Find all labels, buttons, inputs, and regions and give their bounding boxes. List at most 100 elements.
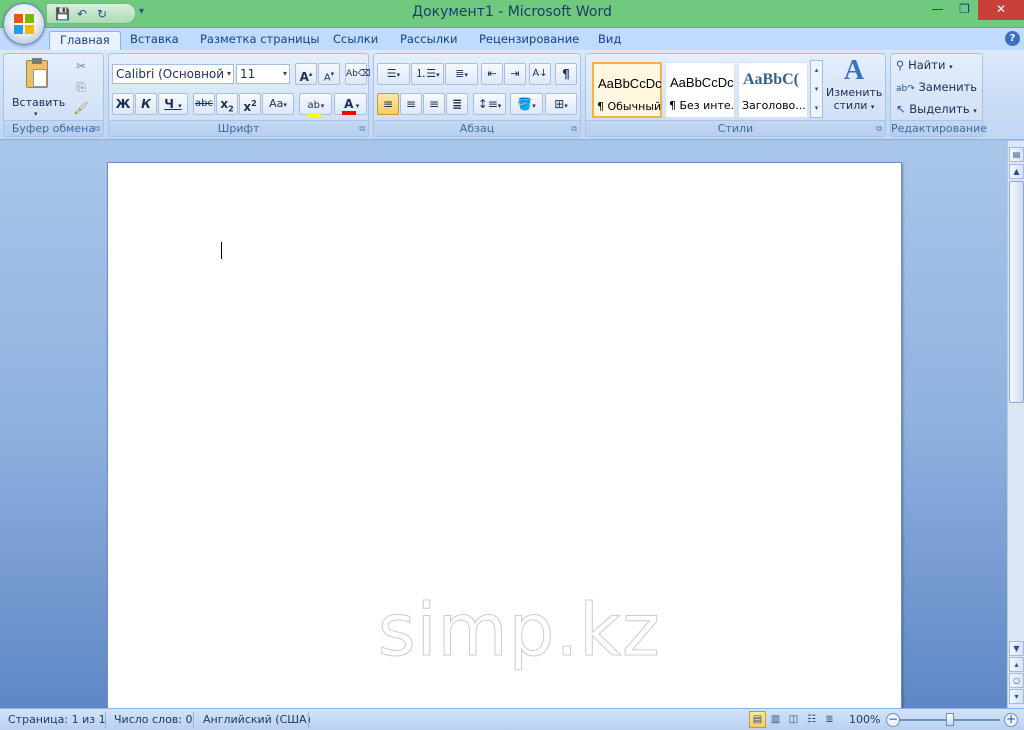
style-heading-1[interactable]: AaBbC( Заголово...: [738, 62, 808, 118]
tab-home[interactable]: Главная: [49, 31, 121, 50]
ruler-toggle-icon[interactable]: ▤: [1009, 147, 1024, 162]
next-page-button[interactable]: ▾: [1009, 689, 1024, 704]
styles-scroll[interactable]: ▴ ▾ ▾: [810, 60, 823, 118]
style-preview: AaBbCcDc: [670, 75, 734, 90]
outline-view-icon[interactable]: ☷: [803, 711, 820, 728]
zoom-level[interactable]: 100%: [849, 713, 880, 726]
clear-format-icon[interactable]: Ab⌫: [345, 63, 371, 85]
align-left-button[interactable]: ≡: [377, 93, 399, 115]
help-icon[interactable]: ?: [1005, 31, 1020, 46]
styles-group: AaBbCcDc ¶ Обычный AaBbCcDc ¶ Без инте..…: [585, 53, 886, 137]
sort-button[interactable]: A↓: [529, 63, 551, 85]
maximize-button[interactable]: ❐: [951, 0, 978, 20]
align-center-button[interactable]: ≡: [400, 93, 422, 115]
copy-icon[interactable]: ⎘: [70, 78, 92, 96]
underline-button[interactable]: Ч ▾: [158, 93, 188, 115]
cut-icon[interactable]: ✂: [70, 57, 92, 75]
browse-object-button[interactable]: ○: [1009, 673, 1024, 688]
clipboard-group-label: Буфер обмена: [4, 120, 103, 136]
replace-label: Заменить: [918, 80, 978, 94]
justify-button[interactable]: ≣: [446, 93, 468, 115]
align-right-button[interactable]: ≡: [423, 93, 445, 115]
style-name: Заголово...: [742, 99, 806, 112]
paint-bucket-icon: 🪣: [517, 97, 533, 111]
decrease-indent-button[interactable]: ⇤: [481, 63, 503, 85]
change-styles-icon: A: [843, 55, 865, 86]
bullets-button[interactable]: ☰▾: [377, 63, 410, 85]
ribbon-tabs: Главная Вставка Разметка страницы Ссылки…: [0, 28, 1024, 50]
scroll-thumb[interactable]: [1009, 181, 1024, 403]
title-bar: 💾 ↶ ↻ ▾ Документ1 - Microsoft Word — ❐ ✕: [0, 0, 1024, 28]
font-size-value: 11: [240, 67, 256, 81]
tab-mailings[interactable]: Рассылки: [390, 31, 467, 50]
format-painter-icon[interactable]: 🖌: [70, 99, 92, 117]
find-label: Найти: [908, 58, 946, 72]
editing-group-label: Редактирование: [891, 120, 987, 136]
grow-font-button[interactable]: A▴: [295, 63, 317, 85]
minimize-button[interactable]: —: [924, 0, 951, 20]
change-styles-button[interactable]: A Изменить стили ▾: [826, 56, 882, 118]
previous-page-button[interactable]: ▴: [1009, 657, 1024, 672]
numbering-button[interactable]: ⒈☰▾: [411, 63, 444, 85]
style-normal[interactable]: AaBbCcDc ¶ Обычный: [592, 62, 662, 118]
bold-button[interactable]: Ж: [112, 93, 134, 115]
italic-button[interactable]: К: [135, 93, 157, 115]
subscript-button[interactable]: x2: [216, 93, 238, 115]
tab-view[interactable]: Вид: [588, 31, 631, 50]
increase-indent-button[interactable]: ⇥: [504, 63, 526, 85]
style-preview: AaBbCcDc: [598, 76, 662, 91]
change-case-button[interactable]: Aa▾: [262, 93, 294, 115]
superscript-button[interactable]: x2: [239, 93, 261, 115]
font-family-value: Calibri (Основной те: [116, 67, 224, 81]
scroll-down-button[interactable]: ▼: [1009, 641, 1024, 656]
replace-button[interactable]: ab↷ Заменить: [896, 80, 977, 94]
clipboard-group: Вставить ▾ ✂ ⎘ 🖌 Буфер обмена ⧉: [3, 53, 104, 137]
find-button[interactable]: ⚲ Найти ▾: [896, 58, 953, 72]
tab-page-layout[interactable]: Разметка страницы: [190, 31, 329, 50]
font-size-select[interactable]: 11 ▾: [236, 64, 290, 84]
font-color-button[interactable]: A ▾: [334, 93, 367, 115]
multilevel-list-button[interactable]: ≣▾: [445, 63, 478, 85]
web-layout-icon[interactable]: ◫: [785, 711, 802, 728]
shading-button[interactable]: 🪣▾: [510, 93, 543, 115]
line-spacing-button[interactable]: ↕≡▾: [473, 93, 506, 115]
scroll-up-button[interactable]: ▲: [1009, 164, 1024, 179]
vertical-scrollbar[interactable]: ▤ ▲ ▼ ▴ ○ ▾: [1007, 141, 1024, 708]
draft-view-icon[interactable]: ≣: [821, 711, 838, 728]
show-marks-button[interactable]: ¶: [555, 63, 577, 85]
font-group-label: Шрифт: [109, 120, 368, 136]
document-page[interactable]: simp.kz: [107, 162, 902, 708]
full-screen-reading-icon[interactable]: ▥: [767, 711, 784, 728]
tab-review[interactable]: Рецензирование: [469, 31, 589, 50]
strikethrough-button[interactable]: abc: [193, 93, 215, 115]
text-cursor: [221, 242, 222, 259]
styles-launcher-icon[interactable]: ⧉: [876, 124, 882, 134]
highlight-button[interactable]: ab▾: [299, 93, 332, 117]
close-button[interactable]: ✕: [978, 0, 1024, 20]
word-count[interactable]: Число слов: 0: [114, 713, 193, 726]
style-no-spacing[interactable]: AaBbCcDc ¶ Без инте...: [665, 62, 735, 118]
page-count[interactable]: Страница: 1 из 1: [8, 713, 106, 726]
binoculars-icon: ⚲: [896, 58, 905, 72]
zoom-out-button[interactable]: −: [886, 713, 900, 727]
watermark: simp.kz: [378, 588, 661, 673]
tab-references[interactable]: Ссылки: [323, 31, 388, 50]
print-layout-icon[interactable]: ▤: [749, 711, 766, 728]
shrink-font-button[interactable]: A▾: [318, 63, 340, 85]
zoom-in-button[interactable]: +: [1004, 713, 1018, 727]
office-button[interactable]: [3, 3, 45, 45]
style-preview: AaBbC(: [743, 71, 800, 88]
zoom-slider-thumb[interactable]: [946, 713, 954, 726]
borders-button[interactable]: ⊞▾: [545, 93, 577, 115]
tab-insert[interactable]: Вставка: [120, 31, 189, 50]
font-launcher-icon[interactable]: ⧉: [359, 124, 365, 134]
editing-group: ⚲ Найти ▾ ab↷ Заменить ↖ Выделить ▾ Реда…: [890, 53, 987, 137]
clipboard-launcher-icon[interactable]: ⧉: [94, 124, 100, 134]
paragraph-launcher-icon[interactable]: ⧉: [571, 124, 577, 134]
paste-button[interactable]: Вставить ▾: [12, 58, 66, 118]
replace-icon: ab↷: [896, 84, 915, 94]
select-button[interactable]: ↖ Выделить ▾: [896, 102, 977, 116]
language[interactable]: Английский (США): [203, 713, 311, 726]
font-family-select[interactable]: Calibri (Основной те ▾: [112, 64, 234, 84]
paste-label: Вставить: [12, 96, 66, 109]
